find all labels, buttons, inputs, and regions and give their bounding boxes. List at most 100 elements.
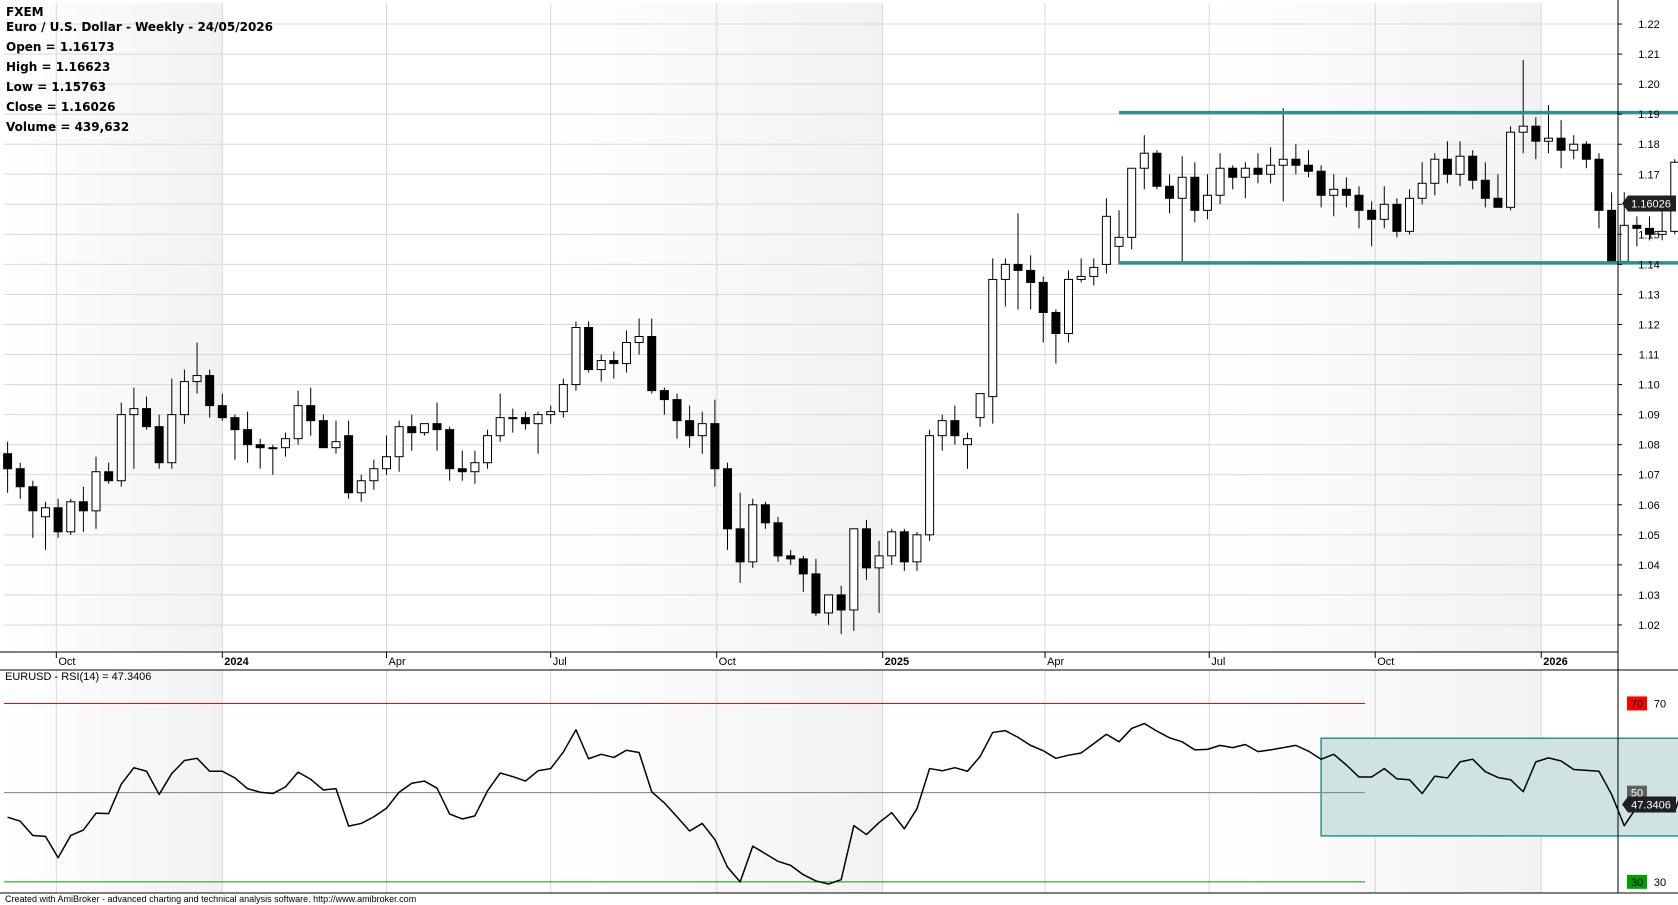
candle-body-18 [230,417,240,431]
y-tick-label-8: 1.10 [1638,380,1659,392]
candle-body-101 [1278,158,1288,166]
candle-body-121 [1531,125,1541,142]
candle-body-126 [1594,158,1604,211]
candle-body-124 [1569,143,1579,151]
y-tick-label-10: 1.12 [1638,319,1659,331]
candle-body-24 [306,405,316,422]
candle-body-51 [647,336,657,392]
candle-body-65 [824,594,834,614]
candle-body-48 [609,360,619,365]
candle-body-39 [495,417,505,437]
candle-body-87 [1101,215,1111,265]
candle-body-75 [950,420,960,437]
candle-body-105 [1329,188,1339,196]
candle-body-45 [571,327,581,386]
candle-body-71 [899,531,909,563]
y-tick-label-20: 1.22 [1638,19,1659,31]
candle-body-40 [508,417,518,420]
candle-body-66 [836,594,846,611]
candle-body-91 [1152,152,1162,187]
last-price-label: 1.16026 [1631,199,1671,211]
candle-body-118 [1493,197,1503,208]
candle-body-9 [116,414,126,482]
candle-body-100 [1266,164,1276,175]
candle-body-10 [129,408,139,416]
rsi-highlight-box [1320,737,1678,837]
candle-body-43 [546,411,556,416]
candle-body-93 [1177,176,1187,199]
candle-body-114 [1442,158,1452,175]
low-value: Low = 1.15763 [6,80,107,94]
candle-body-79 [1000,263,1010,280]
chart-symbol: FXEM [6,5,44,19]
candle-body-69 [874,555,884,569]
candle-body-86 [1089,266,1099,277]
candle-body-72 [912,534,922,563]
candle-body-112 [1417,182,1427,199]
candle-body-103 [1303,164,1313,172]
candle-body-110 [1392,203,1402,232]
candle-body-129 [1632,224,1642,229]
rsi-pane-title: EURUSD - RSI(14) = 47.3406 [5,671,152,683]
rsi-highlight-box-layer [1320,737,1678,837]
x-tick-label-6: Apr [1047,656,1064,668]
candle-body-128 [1619,224,1629,262]
rsi-value-label: 47.3406 [1631,800,1671,812]
candle-body-19 [243,429,253,446]
candle-body-84 [1064,278,1074,335]
candle-body-59 [748,504,758,563]
rsi-y-tick-label-0: 30 [1654,877,1666,889]
candle-body-23 [293,405,303,440]
candle-body-64 [811,573,821,614]
candle-body-3 [40,507,50,518]
candle-body-8 [104,471,114,482]
candle-body-37 [470,462,480,473]
candle-body-111 [1405,197,1415,232]
candle-body-113 [1430,158,1440,184]
y-tick-label-5: 1.07 [1638,470,1659,482]
candle-body-26 [331,441,341,449]
candle-body-5 [66,501,76,533]
y-tick-label-4: 1.06 [1638,500,1659,512]
x-tick-label-4: Oct [719,656,736,668]
candle-body-49 [621,342,631,365]
candle-body-78 [988,278,998,398]
candle-body-73 [925,435,935,536]
candle-body-55 [697,423,707,437]
candle-body-53 [672,399,682,422]
candle-body-32 [407,426,417,434]
candle-body-98 [1240,167,1250,178]
candle-body-123 [1556,137,1566,151]
candle-body-42 [533,414,543,425]
candle-body-70 [887,531,897,557]
candle-body-21 [268,447,278,450]
y-tick-label-11: 1.13 [1638,289,1659,301]
high-value: High = 1.16623 [6,60,111,74]
candle-body-96 [1215,167,1225,196]
candle-body-38 [483,435,493,464]
y-tick-label-17: 1.19 [1638,109,1659,121]
y-tick-label-13: 1.15 [1638,229,1659,241]
candle-body-1 [15,468,25,488]
y-tick-label-16: 1.18 [1638,139,1659,151]
candle-body-67 [849,528,859,611]
candle-body-22 [280,438,290,449]
candle-body-34 [432,423,442,431]
x-tick-label-9: 2026 [1543,656,1567,668]
candle-body-61 [773,522,783,557]
candle-body-57 [723,468,733,530]
volume-value: Volume = 439,632 [6,120,130,134]
candle-body-107 [1354,194,1364,211]
open-value: Open = 1.16173 [6,40,115,54]
rsi-level-tag-label-0: 70 [1631,698,1643,710]
candle-body-2 [28,486,38,512]
candle-body-94 [1190,176,1200,211]
candle-body-31 [394,426,404,458]
candle-body-62 [786,555,796,560]
candle-body-44 [558,384,568,413]
candle-body-83 [1051,311,1061,335]
candle-body-27 [344,435,354,494]
candle-body-109 [1379,203,1389,220]
candle-body-17 [217,405,227,419]
candle-body-20 [255,444,265,449]
